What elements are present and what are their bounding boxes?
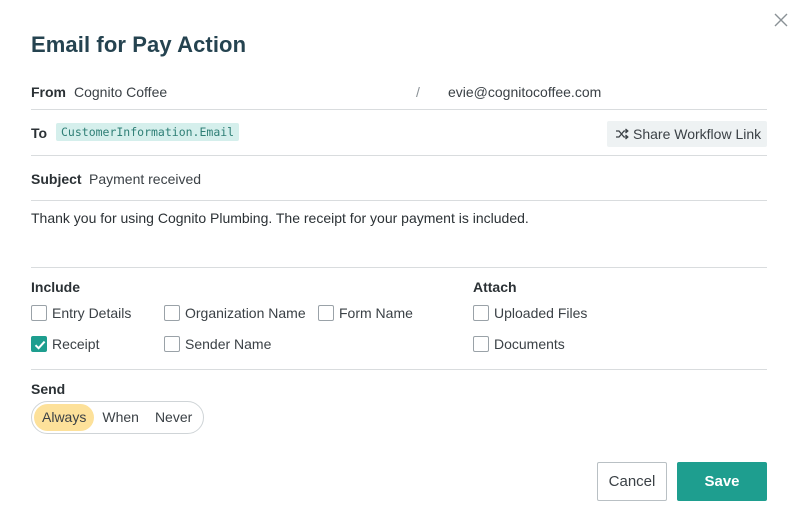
checkbox-box[interactable]	[31, 305, 47, 321]
checkbox-box[interactable]	[318, 305, 334, 321]
share-workflow-link-label: Share Workflow Link	[633, 126, 762, 142]
include-sender-name-checkbox[interactable]: Sender Name	[164, 336, 271, 352]
email-dialog: Email for Pay Action From Cognito Coffee…	[0, 0, 797, 531]
from-name-field[interactable]: Cognito Coffee	[74, 84, 167, 100]
send-option-never[interactable]: Never	[147, 404, 200, 431]
checkmark-icon	[34, 340, 46, 350]
dialog-title: Email for Pay Action	[31, 32, 247, 57]
send-option-when[interactable]: When	[94, 404, 147, 431]
checkbox-box[interactable]	[164, 305, 180, 321]
checkbox-label: Receipt	[52, 336, 100, 352]
from-separator: /	[416, 84, 420, 100]
share-workflow-link-button[interactable]: Share Workflow Link	[607, 121, 767, 147]
from-label: From	[31, 84, 66, 100]
message-body-field[interactable]: Thank you for using Cognito Plumbing. Th…	[31, 210, 529, 226]
checkbox-label: Entry Details	[52, 305, 132, 321]
divider	[31, 155, 767, 156]
include-organization-name-checkbox[interactable]: Organization Name	[164, 305, 306, 321]
divider	[31, 369, 767, 370]
divider	[31, 109, 767, 110]
include-entry-details-checkbox[interactable]: Entry Details	[31, 305, 131, 321]
divider	[31, 267, 767, 268]
send-heading: Send	[31, 381, 66, 397]
checkbox-label: Uploaded Files	[494, 305, 588, 321]
subject-field[interactable]: Payment received	[89, 171, 201, 187]
subject-label: Subject	[31, 171, 82, 187]
from-row: From Cognito Coffee / evie@cognitocoffee…	[31, 84, 767, 110]
checkbox-box[interactable]	[473, 336, 489, 352]
include-receipt-checkbox[interactable]: Receipt	[31, 336, 99, 352]
divider	[31, 200, 767, 201]
checkbox-label: Documents	[494, 336, 565, 352]
save-button[interactable]: Save	[677, 462, 767, 501]
checkbox-label: Organization Name	[185, 305, 306, 321]
include-heading: Include	[31, 279, 81, 295]
close-icon[interactable]	[772, 11, 790, 29]
to-field-token[interactable]: CustomerInformation.Email	[56, 123, 240, 141]
send-option-always[interactable]: Always	[34, 404, 95, 431]
attach-heading: Attach	[473, 279, 517, 295]
checkbox-label: Sender Name	[185, 336, 272, 352]
checkbox-box[interactable]	[473, 305, 489, 321]
to-label: To	[31, 125, 48, 141]
from-email-field[interactable]: evie@cognitocoffee.com	[448, 84, 601, 100]
checkbox-box[interactable]	[31, 336, 47, 352]
attach-documents-checkbox[interactable]: Documents	[473, 336, 565, 352]
shuffle-icon	[616, 128, 629, 140]
send-segmented-control: Always When Never	[31, 401, 204, 434]
attach-uploaded-files-checkbox[interactable]: Uploaded Files	[473, 305, 587, 321]
cancel-button[interactable]: Cancel	[597, 462, 667, 501]
checkbox-label: Form Name	[339, 305, 413, 321]
include-form-name-checkbox[interactable]: Form Name	[318, 305, 413, 321]
checkbox-box[interactable]	[164, 336, 180, 352]
